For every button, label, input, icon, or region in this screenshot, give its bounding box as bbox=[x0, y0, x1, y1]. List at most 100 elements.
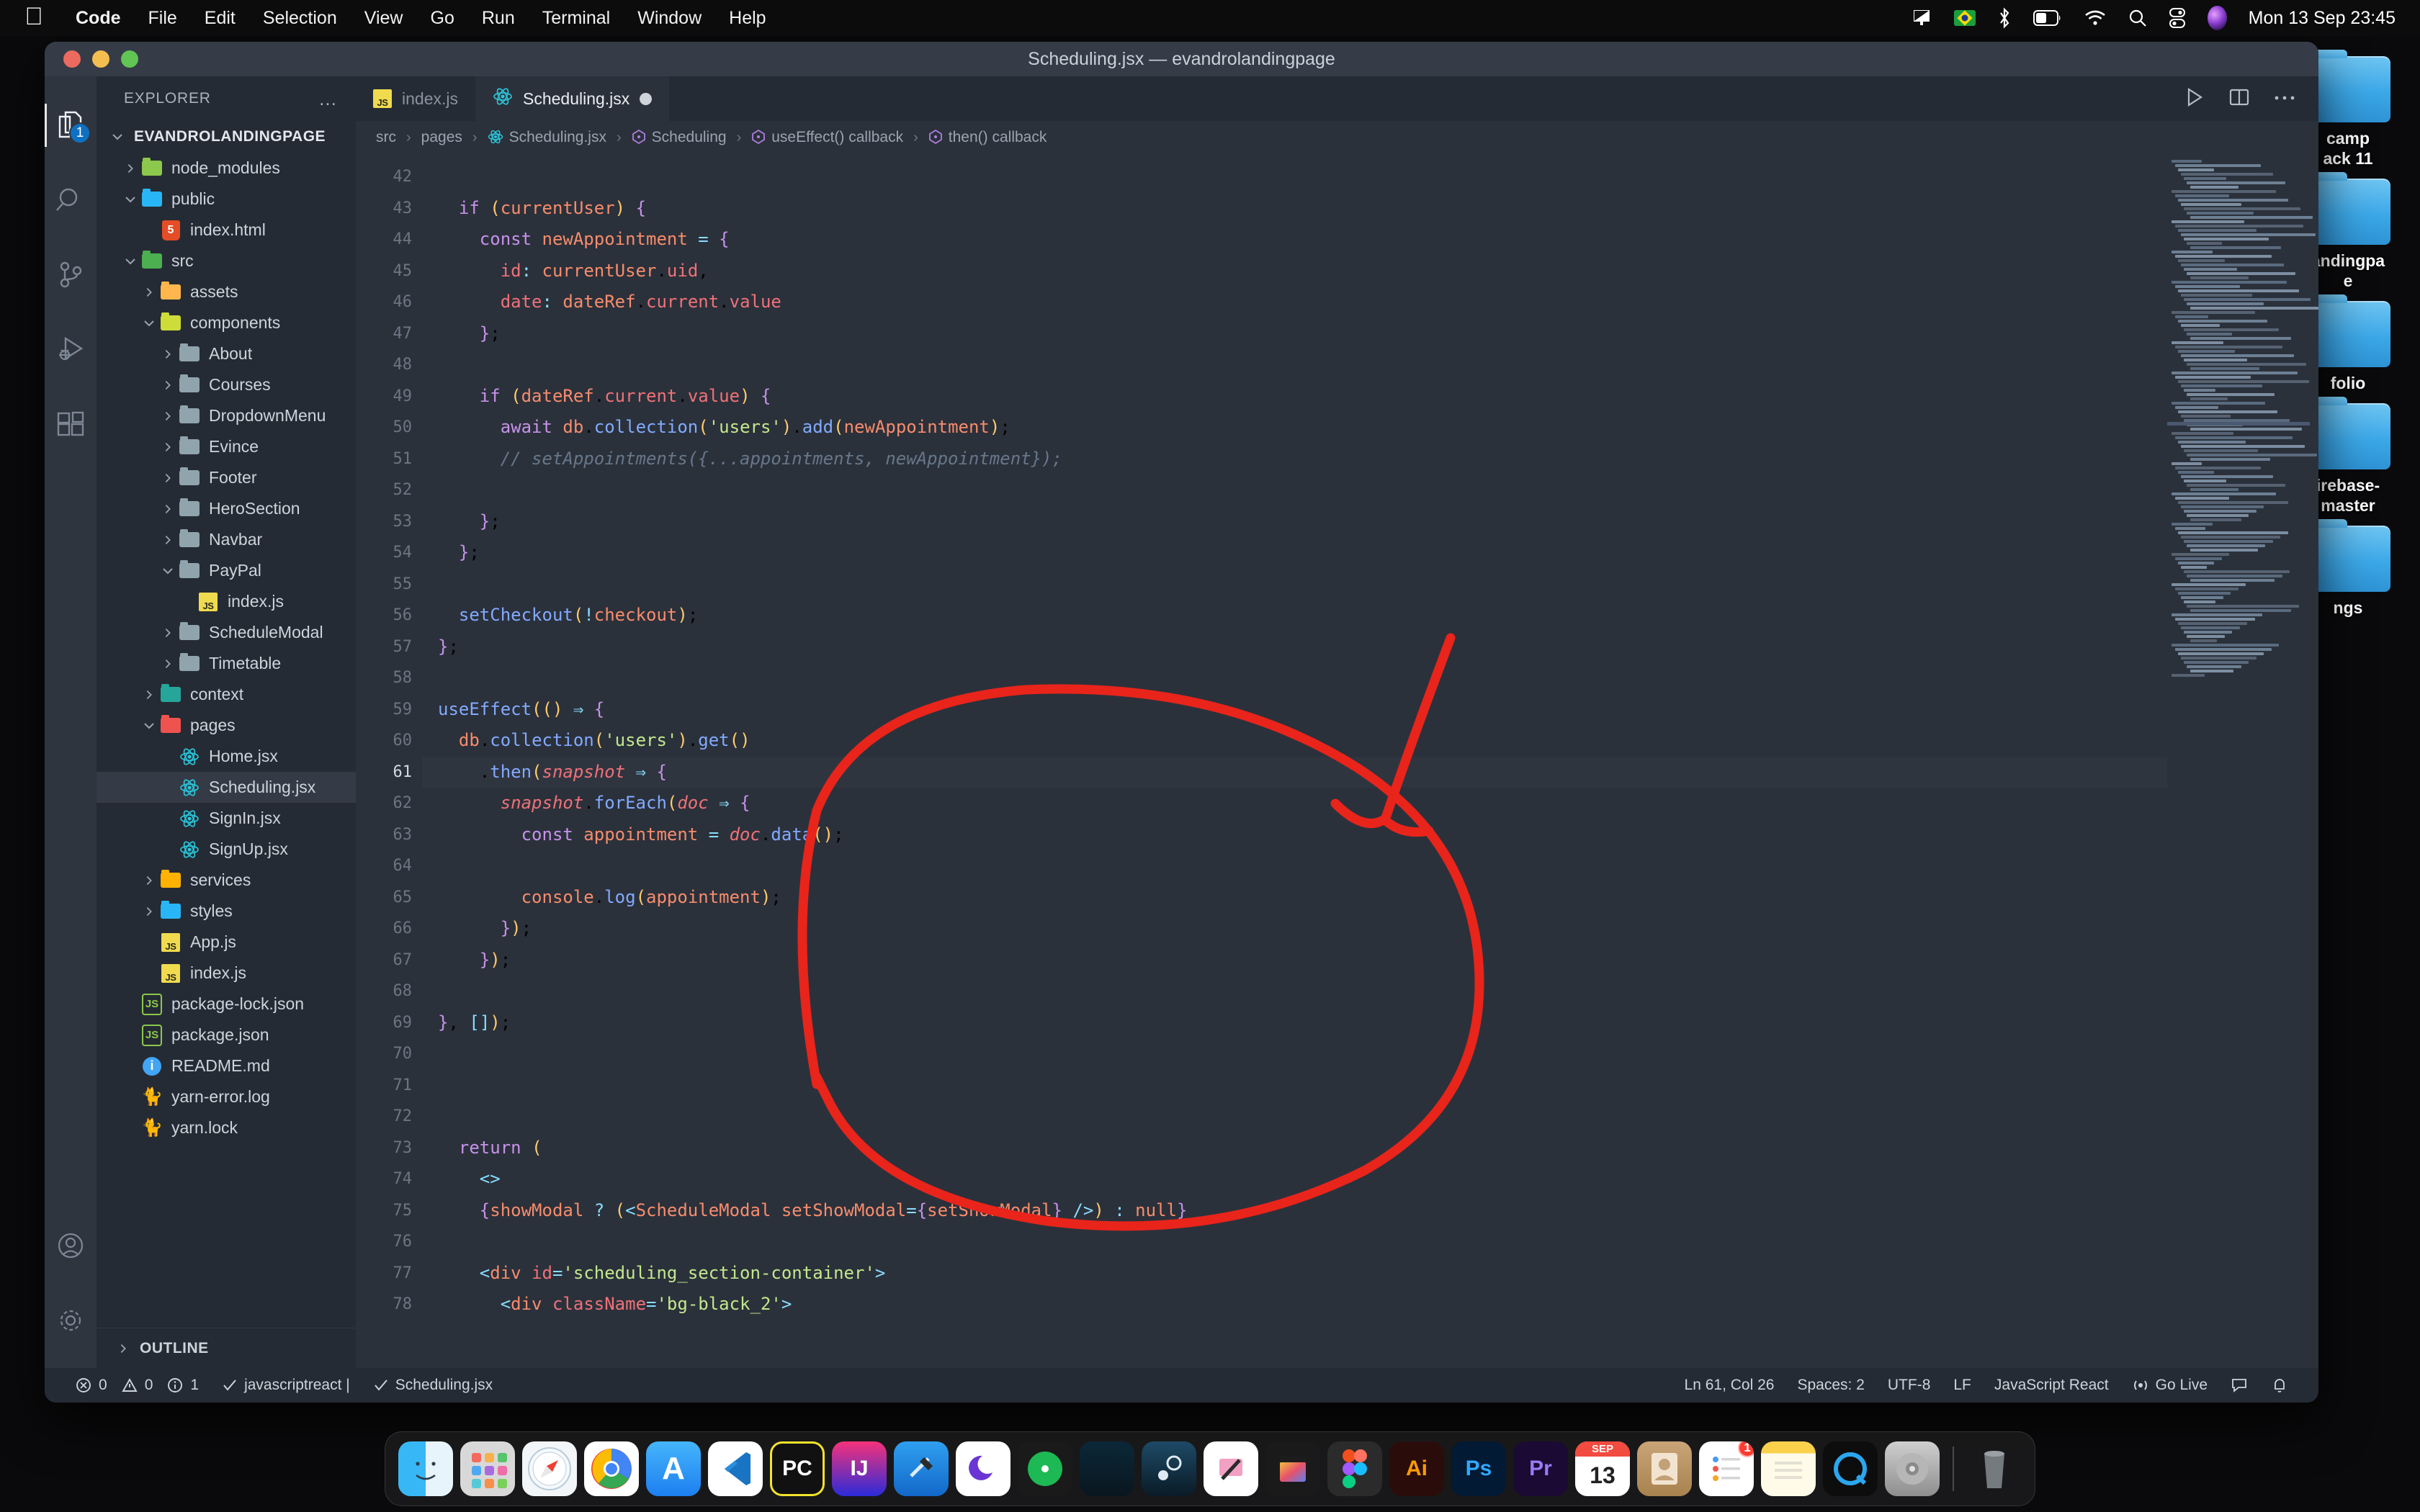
tree-file-signup-jsx[interactable]: SignUp.jsx bbox=[97, 834, 356, 865]
activity-accounts[interactable] bbox=[45, 1208, 97, 1283]
status-eslint[interactable]: javascriptreact | bbox=[210, 1377, 362, 1394]
status-feedback[interactable] bbox=[2219, 1377, 2259, 1394]
tree-folder-services[interactable]: services bbox=[97, 865, 356, 896]
dock-app-illustrator[interactable]: Ai bbox=[1389, 1441, 1444, 1496]
code-line[interactable]: const appointment = doc.data(); bbox=[422, 819, 2167, 851]
tree-folder-context[interactable]: context bbox=[97, 679, 356, 710]
code-line[interactable]: console.log(appointment); bbox=[422, 882, 2167, 914]
dock-app-notes[interactable] bbox=[1761, 1441, 1816, 1496]
code-line[interactable]: snapshot.forEach(doc ⇒ { bbox=[422, 788, 2167, 819]
dock-app-vscode[interactable] bbox=[708, 1441, 763, 1496]
code-line[interactable]: <div id='scheduling_section-container'> bbox=[422, 1258, 2167, 1290]
dock-app-finder[interactable] bbox=[398, 1441, 453, 1496]
menu-item-help[interactable]: Help bbox=[715, 0, 779, 36]
activity-extensions[interactable] bbox=[45, 387, 97, 462]
code-line[interactable] bbox=[422, 1038, 2167, 1070]
code-editor[interactable]: 42 43 44 45 46 47 48 49 50 51 52 53 54 55 56 57 58 59 60 61… bbox=[356, 154, 2318, 1368]
code-line[interactable]: }; bbox=[422, 537, 2167, 569]
code-line[interactable] bbox=[422, 662, 2167, 694]
activity-settings[interactable] bbox=[45, 1283, 97, 1358]
tree-file-package-lock-json[interactable]: JS package-lock.json bbox=[97, 989, 356, 1020]
dock-app-calendar[interactable]: SEP 13 bbox=[1575, 1441, 1630, 1496]
minimap-scrollbar[interactable] bbox=[2308, 154, 2318, 1368]
tree-file-readme-md[interactable]: i README.md bbox=[97, 1050, 356, 1081]
explorer-more-actions-button[interactable]: … bbox=[318, 88, 339, 110]
code-line[interactable]: <> bbox=[422, 1164, 2167, 1195]
dock-app-sketch[interactable] bbox=[1204, 1441, 1258, 1496]
dock-app-league-of-legends[interactable] bbox=[1080, 1441, 1134, 1496]
breadcrumb-item-pages[interactable]: pages bbox=[421, 129, 462, 146]
menu-item-terminal[interactable]: Terminal bbox=[529, 0, 624, 36]
tree-file-app-js[interactable]: JS App.js bbox=[97, 927, 356, 958]
breadcrumb-item-file[interactable]: Scheduling.jsx bbox=[488, 129, 606, 146]
tree-file-home-jsx[interactable]: Home.jsx bbox=[97, 741, 356, 772]
code-line[interactable]: }); bbox=[422, 945, 2167, 976]
code-line[interactable] bbox=[422, 1226, 2167, 1258]
tree-folder-footer[interactable]: Footer bbox=[97, 462, 356, 493]
display-icon[interactable] bbox=[1911, 9, 1932, 27]
code-line[interactable]: if (dateRef.current.value) { bbox=[422, 381, 2167, 413]
code-line[interactable]: date: dateRef.current.value bbox=[422, 287, 2167, 318]
status-notifications[interactable] bbox=[2259, 1377, 2300, 1394]
tree-folder-assets[interactable]: assets bbox=[97, 276, 356, 307]
tree-folder-navbar[interactable]: Navbar bbox=[97, 524, 356, 555]
menu-item-window[interactable]: Window bbox=[624, 0, 715, 36]
menu-item-view[interactable]: View bbox=[351, 0, 417, 36]
status-prettier[interactable]: Scheduling.jsx bbox=[362, 1377, 504, 1394]
dock-app-steam[interactable] bbox=[1142, 1441, 1196, 1496]
tree-file-signin-jsx[interactable]: SignIn.jsx bbox=[97, 803, 356, 834]
code-line[interactable] bbox=[422, 569, 2167, 600]
tree-file-index-js[interactable]: JS index.js bbox=[97, 958, 356, 989]
tree-folder-dropdownmenu[interactable]: DropdownMenu bbox=[97, 400, 356, 431]
code-line[interactable]: useEffect(() ⇒ { bbox=[422, 694, 2167, 726]
tree-folder-node-modules[interactable]: node_modules bbox=[97, 153, 356, 184]
tree-file-index-html[interactable]: 5 index.html bbox=[97, 215, 356, 246]
activity-explorer[interactable]: 1 bbox=[45, 88, 97, 163]
unsaved-indicator[interactable] bbox=[640, 92, 653, 105]
code-line[interactable]: return ( bbox=[422, 1133, 2167, 1164]
menu-bar-clock[interactable]: Mon 13 Sep 23:45 bbox=[2249, 8, 2396, 29]
minimap[interactable] bbox=[2167, 154, 2318, 1368]
tree-folder-components[interactable]: components bbox=[97, 307, 356, 338]
more-actions-button[interactable] bbox=[2274, 92, 2295, 105]
wifi-icon[interactable] bbox=[2084, 9, 2107, 27]
code-line[interactable] bbox=[422, 1070, 2167, 1102]
code-line[interactable] bbox=[422, 1101, 2167, 1133]
dock-app-app-store[interactable]: A bbox=[646, 1441, 701, 1496]
bluetooth-icon[interactable] bbox=[1997, 7, 2012, 29]
code-line[interactable]: }; bbox=[422, 631, 2167, 663]
dock-app-final-cut-pro[interactable] bbox=[1265, 1441, 1320, 1496]
dock-app-intellij-idea[interactable]: IJ bbox=[832, 1441, 887, 1496]
code-line[interactable] bbox=[422, 161, 2167, 193]
code-line[interactable] bbox=[422, 349, 2167, 381]
code-line[interactable]: .then(snapshot ⇒ { bbox=[422, 757, 2167, 788]
menu-item-file[interactable]: File bbox=[135, 0, 191, 36]
apple-logo-icon[interactable]:  bbox=[22, 2, 46, 31]
code-line[interactable]: await db.collection('users').add(newAppo… bbox=[422, 412, 2167, 444]
menu-item-go[interactable]: Go bbox=[417, 0, 468, 36]
tree-folder-paypal[interactable]: PayPal bbox=[97, 555, 356, 586]
status-cursor-position[interactable]: Ln 61, Col 26 bbox=[1673, 1377, 1786, 1394]
activity-source-control[interactable] bbox=[45, 238, 97, 312]
dock-app-insomnia[interactable] bbox=[956, 1441, 1010, 1496]
status-language-mode[interactable]: JavaScript React bbox=[1983, 1377, 2120, 1394]
dock-app-safari[interactable] bbox=[522, 1441, 577, 1496]
battery-icon[interactable] bbox=[2033, 10, 2062, 26]
tree-file-package-json[interactable]: JS package.json bbox=[97, 1020, 356, 1050]
explorer-root-folder[interactable]: EVANDROLANDINGPAGE bbox=[97, 121, 356, 153]
breadcrumb-item-symbol-then[interactable]: then() callback bbox=[928, 129, 1047, 146]
code-line[interactable]: }; bbox=[422, 318, 2167, 350]
code-line[interactable] bbox=[422, 850, 2167, 882]
activity-run-debug[interactable] bbox=[45, 312, 97, 387]
tree-folder-timetable[interactable]: Timetable bbox=[97, 648, 356, 679]
brazil-flag-icon[interactable] bbox=[1953, 10, 1976, 26]
tab-scheduling-jsx[interactable]: Scheduling.jsx bbox=[475, 76, 670, 121]
tree-folder-public[interactable]: public bbox=[97, 184, 356, 215]
dock-app-quicktime[interactable] bbox=[1823, 1441, 1878, 1496]
code-content[interactable]: if (currentUser) { const newAppointment … bbox=[422, 154, 2167, 1368]
tree-folder-src[interactable]: src bbox=[97, 246, 356, 276]
code-line[interactable]: id: currentUser.uid, bbox=[422, 256, 2167, 287]
siri-icon[interactable] bbox=[2207, 6, 2227, 30]
dock-app-photoshop[interactable]: Ps bbox=[1451, 1441, 1506, 1496]
code-line[interactable]: }); bbox=[422, 913, 2167, 945]
